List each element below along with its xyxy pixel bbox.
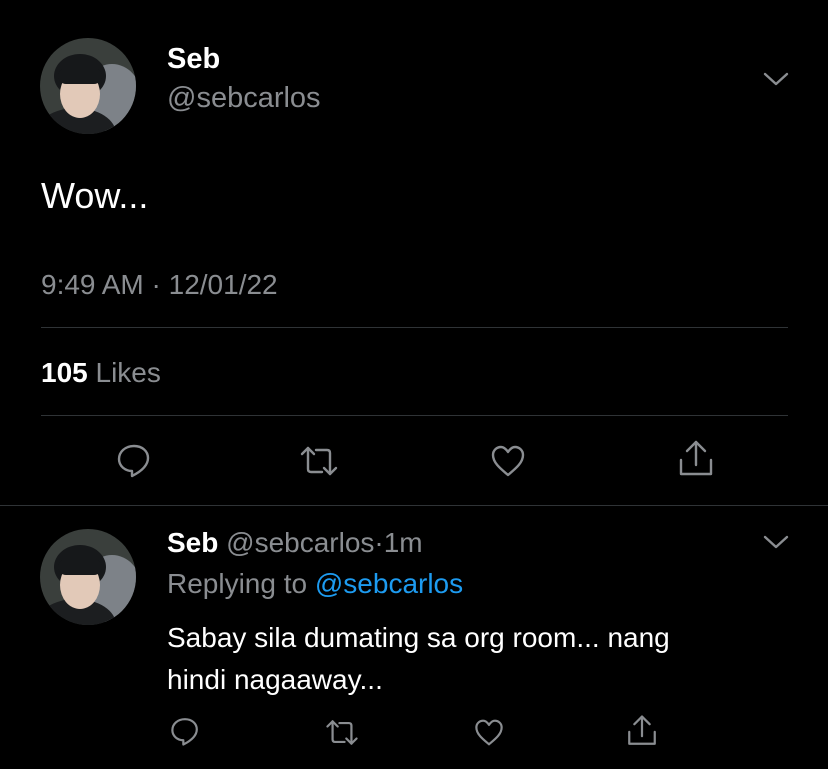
reply-age: 1m	[383, 527, 423, 558]
reply-icon[interactable]	[115, 441, 153, 479]
replying-to: Replying to @sebcarlos	[167, 568, 463, 600]
likes-summary[interactable]: 105 Likes	[41, 357, 161, 389]
replying-to-label: Replying to	[167, 568, 308, 599]
author-name[interactable]: Seb	[167, 43, 220, 76]
tweet-text: Wow...	[41, 175, 149, 216]
like-icon[interactable]	[489, 443, 527, 479]
likes-label: Likes	[95, 357, 161, 388]
divider	[41, 327, 788, 328]
chevron-down-icon[interactable]	[761, 532, 791, 552]
retweet-icon[interactable]	[324, 717, 360, 748]
reply-text: Sabay sila dumating sa org room... nang …	[167, 617, 787, 701]
likes-count: 105	[41, 357, 88, 388]
tweet-time: 9:49 AM	[41, 269, 144, 300]
separator-dot: ·	[151, 269, 161, 300]
reply-icon[interactable]	[169, 715, 201, 747]
share-icon[interactable]	[676, 438, 716, 480]
reply-author-handle[interactable]: @sebcarlos	[226, 527, 374, 558]
separator-dot: ·	[374, 527, 384, 558]
author-handle[interactable]: @sebcarlos	[167, 82, 321, 115]
avatar[interactable]	[40, 529, 136, 625]
divider	[41, 415, 788, 416]
reply-author-name[interactable]: Seb	[167, 527, 218, 558]
share-icon[interactable]	[625, 713, 659, 749]
avatar[interactable]	[40, 38, 136, 134]
divider	[0, 505, 828, 506]
like-icon[interactable]	[473, 717, 505, 748]
reply-header: Seb @sebcarlos·1m	[167, 527, 423, 559]
tweet-timestamp: 9:49 AM · 12/01/22	[41, 269, 278, 301]
replying-to-mention[interactable]: @sebcarlos	[315, 568, 463, 599]
reply-text-line: Sabay sila dumating sa org room... nang	[167, 622, 670, 653]
chevron-down-icon[interactable]	[761, 69, 791, 89]
retweet-icon[interactable]	[298, 443, 340, 479]
reply-text-line: hindi nagaaway...	[167, 664, 383, 695]
tweet-date: 12/01/22	[168, 269, 278, 300]
